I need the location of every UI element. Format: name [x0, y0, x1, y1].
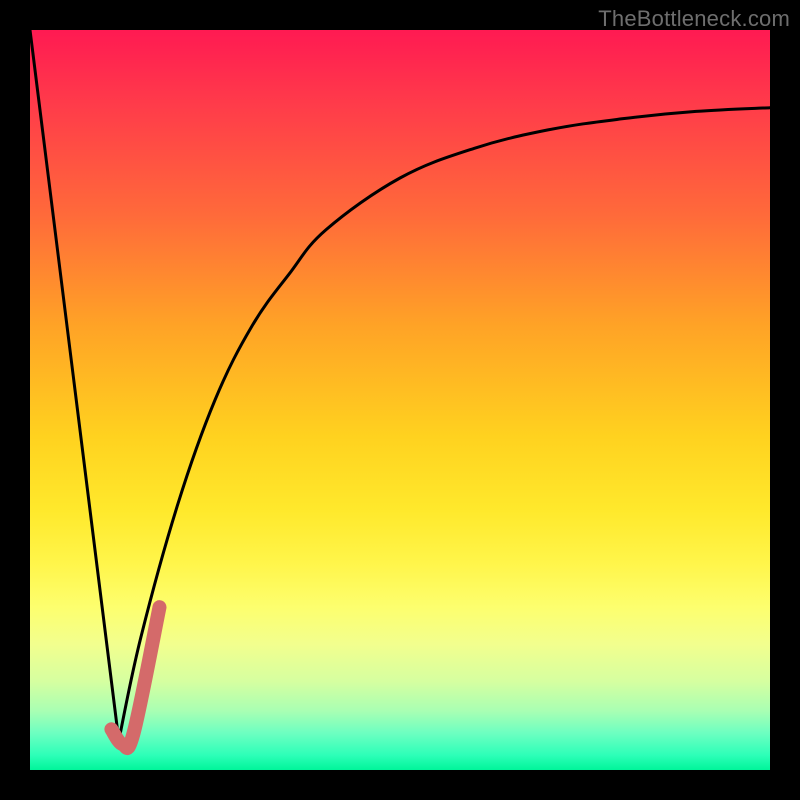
chart-plot-area — [30, 30, 770, 770]
chart-frame: TheBottleneck.com — [0, 0, 800, 800]
right-rising-curve — [119, 108, 770, 741]
chart-curves — [30, 30, 770, 770]
watermark-text: TheBottleneck.com — [598, 6, 790, 32]
left-falling-line — [30, 30, 119, 740]
